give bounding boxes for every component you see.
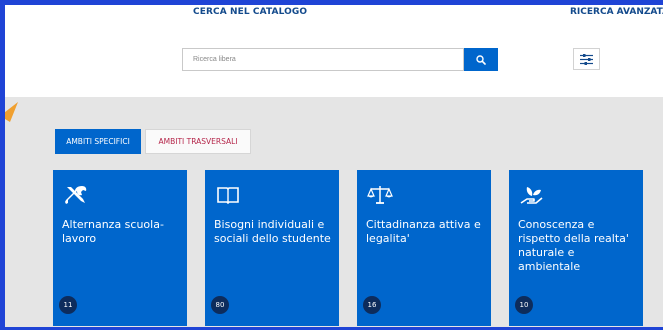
card-title: Bisogni individuali e sociali dello stud… <box>214 218 331 245</box>
card-title: Conoscenza e rispetto della realta' natu… <box>518 218 629 273</box>
pointer-arrow-icon <box>0 102 18 122</box>
tab-ambiti-trasversali[interactable]: AMBITI TRASVERSALI <box>145 129 251 154</box>
scales-icon <box>367 186 393 204</box>
card-title: Cittadinanza attiva e legalita' <box>366 218 481 245</box>
card-conoscenza[interactable]: Conoscenza e rispetto della realta' natu… <box>509 170 643 326</box>
card-title: Alternanza scuola-lavoro <box>62 218 164 245</box>
search-icon <box>476 54 486 65</box>
search-button[interactable] <box>464 48 498 71</box>
advanced-search-button[interactable] <box>573 48 600 70</box>
count-badge: 10 <box>515 296 533 314</box>
search-input[interactable]: Ricerca libera <box>182 48 464 71</box>
tab-ambiti-specifici[interactable]: AMBITI SPECIFICI <box>55 129 141 154</box>
count-badge: 11 <box>59 296 77 314</box>
search-title: CERCA NEL CATALOGO <box>193 7 308 17</box>
card-bisogni[interactable]: Bisogni individuali e sociali dello stud… <box>205 170 339 326</box>
advanced-search-label: RICERCA AVANZATA <box>570 7 663 17</box>
count-badge: 80 <box>211 296 229 314</box>
tools-icon <box>65 186 87 204</box>
card-alternanza[interactable]: Alternanza scuola-lavoro 11 <box>53 170 187 326</box>
plant-hand-icon <box>520 187 543 204</box>
count-badge: 16 <box>363 296 381 314</box>
sliders-icon <box>580 53 593 65</box>
card-cittadinanza[interactable]: Cittadinanza attiva e legalita' 16 <box>357 170 491 326</box>
book-icon <box>217 187 239 205</box>
